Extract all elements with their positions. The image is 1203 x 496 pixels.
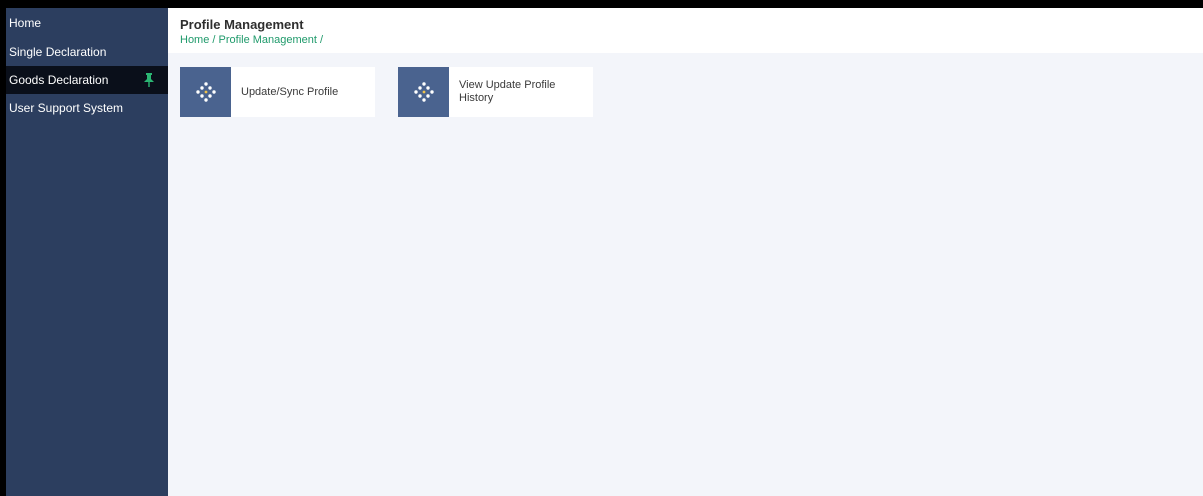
sidebar-item-goods-declaration[interactable]: Goods Declaration — [6, 66, 168, 94]
card-label: Update/Sync Profile — [241, 85, 339, 98]
card-icon-box — [398, 67, 449, 117]
page-header: Profile Management Home / Profile Manage… — [168, 8, 1203, 53]
sidebar-item-single-declaration[interactable]: Single Declaration — [6, 38, 168, 66]
card-label: View Update Profile History — [459, 79, 556, 104]
page-title: Profile Management — [180, 17, 304, 32]
breadcrumb: Home / Profile Management / — [180, 34, 323, 46]
sidebar-item-label: User Support System — [9, 101, 124, 115]
sidebar-item-label: Home — [9, 16, 42, 30]
diamond-dots-icon — [195, 82, 216, 102]
pin-icon[interactable] — [144, 73, 154, 87]
sidebar-item-home[interactable]: Home — [6, 8, 168, 38]
view-update-profile-history-card[interactable]: View Update Profile History — [398, 67, 593, 117]
card-icon-box — [180, 67, 231, 117]
breadcrumb-separator: / — [316, 34, 324, 46]
breadcrumb-home-link[interactable]: Home — [180, 34, 209, 46]
sidebar-item-label: Single Declaration — [9, 45, 107, 59]
sidebar-item-label: Goods Declaration — [9, 73, 109, 87]
diamond-dots-icon — [413, 82, 434, 102]
breadcrumb-profile-management-link[interactable]: Profile Management — [219, 34, 317, 46]
breadcrumb-separator: / — [209, 34, 219, 46]
sidebar: Home Single Declaration Goods Declaratio… — [6, 8, 168, 496]
app-frame: Home Single Declaration Goods Declaratio… — [6, 8, 1203, 496]
sidebar-item-user-support-system[interactable]: User Support System — [6, 94, 168, 122]
update-sync-profile-card[interactable]: Update/Sync Profile — [180, 67, 375, 117]
